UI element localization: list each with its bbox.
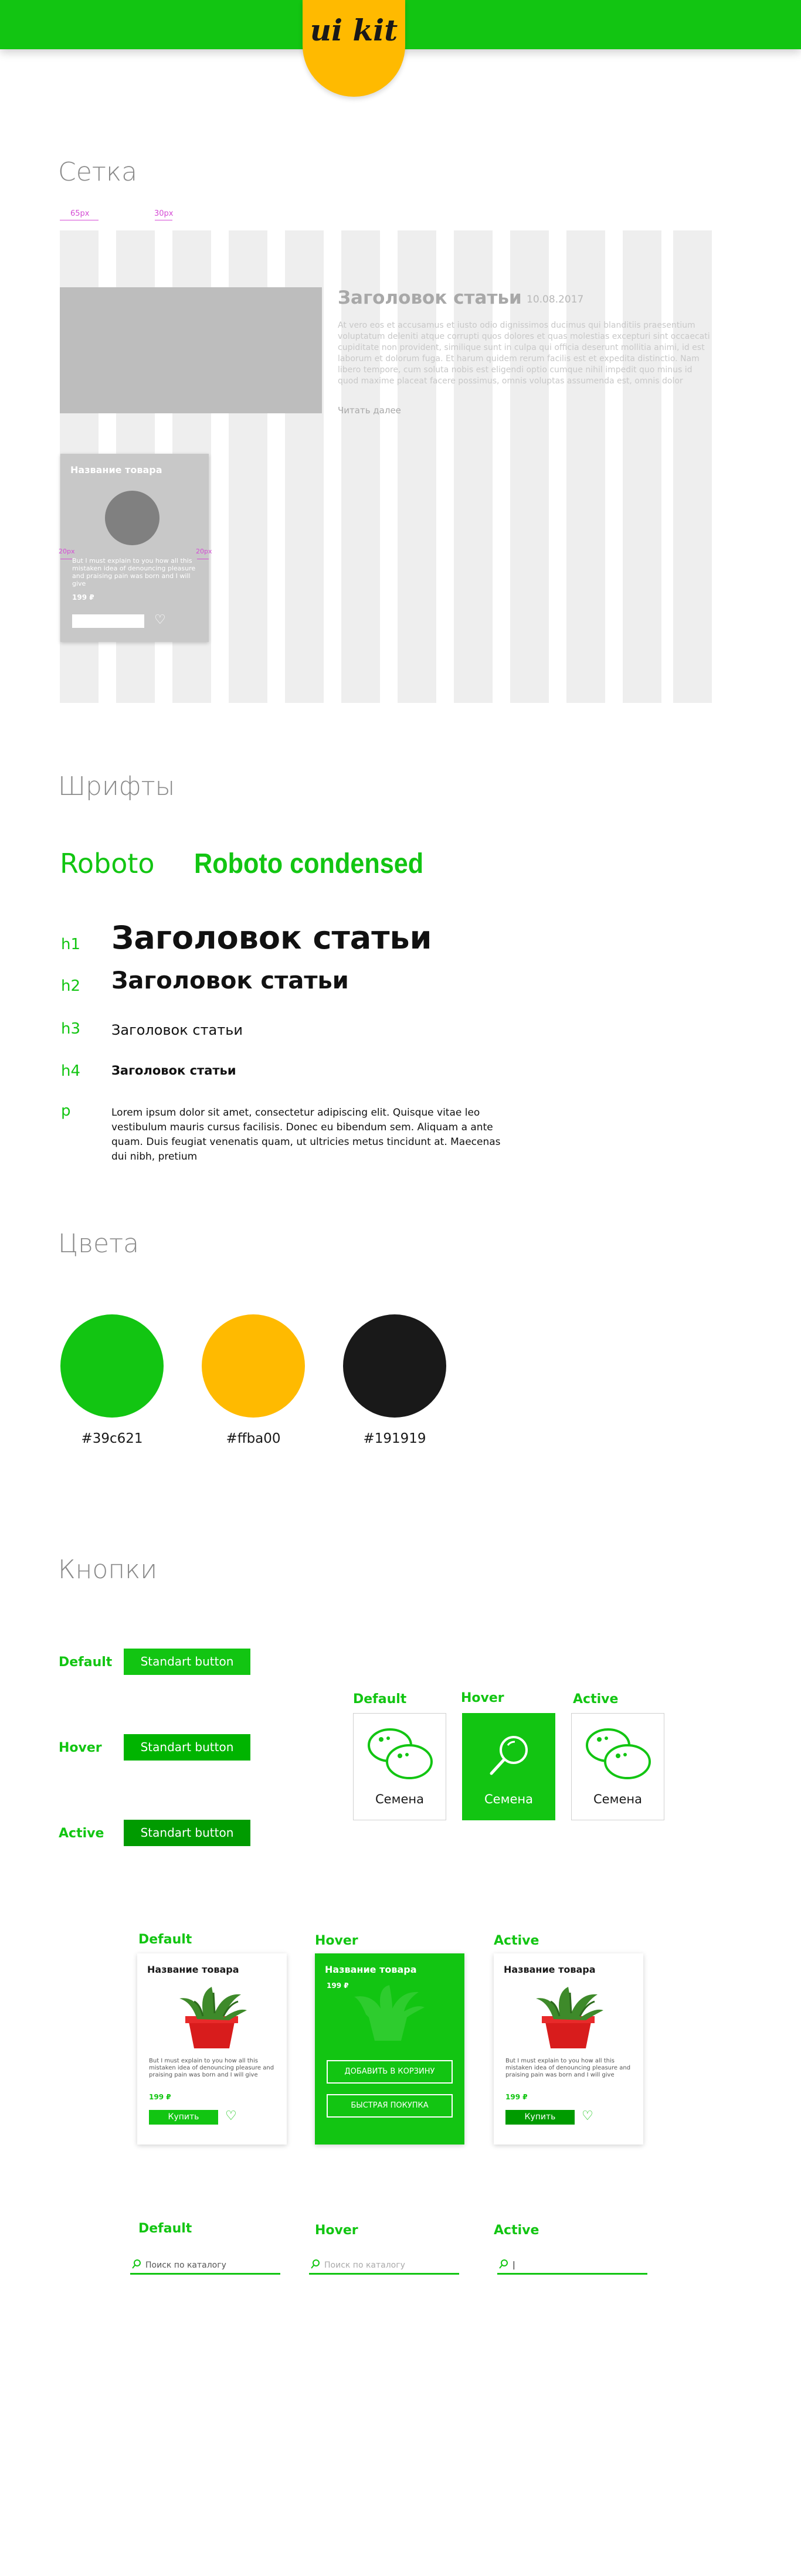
standart-button-hover[interactable]: Standart button — [124, 1734, 250, 1761]
sample-h2: Заголовок статьи — [111, 967, 349, 994]
product-card-default[interactable]: Название товара But I must explain to yo… — [137, 1953, 287, 2145]
search-field-active[interactable] — [497, 2257, 647, 2275]
state-label-default: Default — [138, 1932, 192, 1947]
card-button-placeholder[interactable] — [72, 614, 144, 628]
state-label-default: Default — [353, 1692, 407, 1707]
search-input[interactable] — [145, 2258, 274, 2272]
category-label: Семена — [375, 1792, 424, 1806]
search-field-default[interactable] — [130, 2257, 280, 2275]
search-icon — [499, 2259, 508, 2269]
search-input[interactable] — [512, 2258, 642, 2272]
sample-h4: Заголовок статьи — [111, 1063, 236, 1078]
category-tile-active[interactable]: Семена — [571, 1713, 664, 1820]
state-label-hover: Hover — [59, 1741, 102, 1755]
sample-paragraph: Lorem ipsum dolor sit amet, consectetur … — [111, 1107, 501, 1163]
search-icon — [132, 2259, 141, 2269]
product-title: Название товара — [504, 1964, 596, 1975]
tag-h2: h2 — [61, 977, 81, 995]
logo[interactable]: ui kit — [303, 0, 405, 97]
search-icon — [311, 2259, 320, 2269]
tag-h1: h1 — [61, 936, 81, 953]
sample-h1: Заголовок статьи — [111, 919, 432, 956]
heart-icon[interactable]: ♡ — [154, 612, 166, 627]
state-label-hover: Hover — [315, 1933, 358, 1948]
beans-icon — [368, 1728, 433, 1779]
standart-button-default[interactable]: Standart button — [124, 1649, 250, 1675]
search-input[interactable] — [324, 2258, 453, 2272]
category-tile-hover[interactable]: Семена — [462, 1713, 555, 1820]
heart-icon[interactable]: ♡ — [582, 2108, 593, 2123]
card-description: But I must explain to you how all this m… — [72, 557, 196, 587]
product-price: 199 ₽ — [327, 1982, 349, 1990]
color-swatch-green — [60, 1314, 164, 1418]
gap-label: 65px — [70, 209, 90, 218]
gap-label: 30px — [154, 209, 174, 218]
plant-pot-image — [179, 1987, 247, 2048]
color-hex-label: #ffba00 — [226, 1431, 281, 1446]
search-field-hover[interactable] — [309, 2257, 459, 2275]
grid-product-card[interactable]: Название товара But I must explain to yo… — [60, 454, 209, 642]
buy-button[interactable]: Купить — [149, 2110, 218, 2125]
state-label-active: Active — [59, 1826, 104, 1841]
card-price: 199 ₽ — [72, 593, 94, 601]
plant-pot-image — [536, 1987, 603, 2048]
state-label-active: Active — [573, 1692, 619, 1707]
color-swatch-dark — [343, 1314, 446, 1418]
product-title: Название товара — [147, 1964, 239, 1975]
product-title: Название товара — [325, 1964, 417, 1975]
product-description: But I must explain to you how all this m… — [505, 2058, 631, 2078]
category-tile-default[interactable]: Семена — [353, 1713, 446, 1820]
product-price: 199 ₽ — [505, 2093, 528, 2101]
state-label-default: Default — [59, 1655, 113, 1670]
section-title-fonts: Шрифты — [58, 772, 175, 801]
article-body: At vero eos et accusamus et iusto odio d… — [338, 321, 710, 386]
color-hex-label: #39c621 — [81, 1431, 143, 1446]
state-label-active: Active — [494, 2223, 539, 2238]
section-title-grid: Сетка — [58, 157, 138, 187]
tag-h4: h4 — [61, 1062, 81, 1080]
search-icon — [490, 1736, 528, 1775]
card-title: Название товара — [70, 464, 162, 475]
standart-button-active[interactable]: Standart button — [124, 1820, 250, 1846]
article-date: 10.08.2017 — [527, 294, 584, 305]
product-description: But I must explain to you how all this m… — [149, 2058, 274, 2078]
tag-h3: h3 — [61, 1020, 81, 1038]
article-image-placeholder — [60, 287, 322, 413]
gap-label: 20px — [59, 548, 75, 555]
article-title: Заголовок статьи — [338, 287, 522, 308]
grid-column — [673, 230, 712, 703]
color-swatch-yellow — [202, 1314, 305, 1418]
quick-buy-button[interactable]: БЫСТРАЯ ПОКУПКА — [327, 2094, 453, 2118]
font-family-roboto-condensed: Roboto condensed — [194, 848, 424, 879]
beans-icon — [586, 1728, 651, 1779]
state-label-active: Active — [494, 1933, 539, 1948]
card-image-placeholder — [105, 491, 159, 545]
sample-h3: Заголовок статьи — [111, 1022, 243, 1038]
state-label-hover: Hover — [315, 2223, 358, 2238]
state-label-default: Default — [138, 2221, 192, 2236]
color-hex-label: #191919 — [363, 1431, 426, 1446]
buy-button[interactable]: Купить — [505, 2110, 575, 2125]
add-to-cart-button[interactable]: ДОБАВИТЬ В КОРЗИНУ — [327, 2060, 453, 2084]
section-title-buttons: Кнопки — [58, 1555, 158, 1585]
product-card-active[interactable]: Название товара But I must explain to yo… — [494, 1953, 643, 2145]
grid-column — [623, 230, 661, 703]
section-title-colors: Цвета — [58, 1229, 140, 1259]
product-price: 199 ₽ — [149, 2093, 171, 2101]
read-more-link[interactable]: Читать далее — [338, 405, 401, 416]
font-family-roboto: Roboto — [60, 848, 155, 879]
category-label: Семена — [593, 1792, 642, 1806]
tag-p: p — [61, 1102, 71, 1120]
heart-icon[interactable]: ♡ — [225, 2108, 237, 2123]
product-card-hover[interactable]: Название товара 199 ₽ ДОБАВИТЬ В КОРЗИНУ… — [315, 1953, 464, 2145]
gap-label: 20px — [196, 548, 212, 555]
category-label: Семена — [484, 1792, 533, 1806]
plant-pot-image-faded — [354, 1985, 425, 2041]
state-label-hover: Hover — [461, 1691, 504, 1705]
